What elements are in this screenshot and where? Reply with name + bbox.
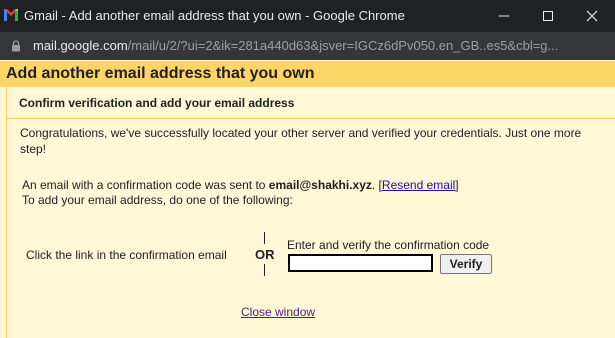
url-path: /mail/u/2/?ui=2&ik=281a440d63&jsver=IGCz…	[127, 38, 559, 53]
verify-button[interactable]: Verify	[440, 254, 492, 274]
gmail-logo-icon	[4, 9, 18, 21]
enter-code-label: Enter and verify the confirmation code	[287, 238, 490, 252]
or-divider-bottom	[264, 264, 265, 276]
section-title: Confirm verification and add your email …	[19, 96, 295, 110]
browser-title-bar: Gmail - Add another email address that y…	[0, 0, 615, 32]
dialog-title: Add another email address that you own	[6, 65, 315, 82]
dialog-body: Confirm verification and add your email …	[6, 87, 615, 338]
minimize-button[interactable]	[482, 0, 526, 32]
minimize-icon	[499, 15, 509, 17]
lock-icon	[12, 40, 20, 52]
maximize-button[interactable]	[526, 0, 570, 32]
click-link-option-text: Click the link in the confirmation email	[26, 248, 227, 262]
url-text: mail.google.com/mail/u/2/?ui=2&ik=281a44…	[33, 38, 558, 53]
or-divider-top	[264, 232, 265, 244]
congrats-text: Congratulations, we've successfully loca…	[20, 126, 582, 156]
resend-email-link[interactable]: Resend email	[382, 178, 455, 192]
sent-email: email@shakhi.xyz	[268, 178, 372, 192]
address-bar[interactable]: mail.google.com/mail/u/2/?ui=2&ik=281a44…	[0, 32, 615, 60]
confirmation-code-input[interactable]	[288, 254, 433, 272]
todo-text: To add your email address, do one of the…	[22, 193, 293, 207]
sent-prefix: An email with a confirmation code was se…	[22, 178, 269, 192]
sent-suffix: . [	[371, 178, 382, 192]
url-host: mail.google.com	[33, 38, 128, 53]
close-button[interactable]	[570, 0, 614, 32]
or-label: OR	[255, 247, 275, 262]
sent-line: An email with a confirmation code was se…	[22, 177, 459, 193]
dialog-header: Add another email address that you own	[0, 61, 615, 87]
divider	[7, 118, 615, 119]
maximize-icon	[543, 11, 553, 21]
window-title: Gmail - Add another email address that y…	[24, 8, 405, 23]
sent-close: ]	[455, 178, 459, 192]
close-window-link[interactable]: Close window	[241, 305, 315, 319]
close-icon	[586, 10, 598, 22]
